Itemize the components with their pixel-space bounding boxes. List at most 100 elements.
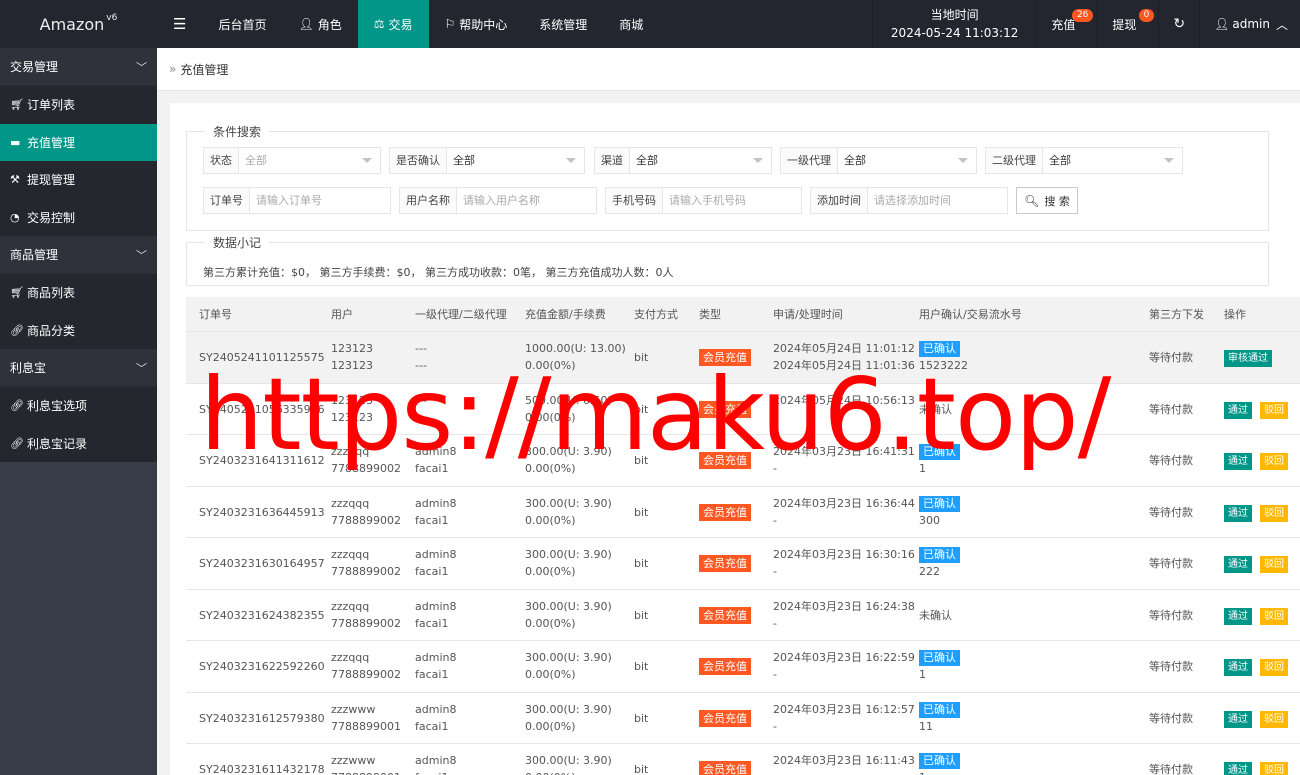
sidebar-group-interest[interactable]: 利息宝 ﹀: [0, 349, 157, 387]
amount-cell: 300.00(U: 3.90) 0.00(0%): [525, 649, 612, 683]
confirm-select[interactable]: 是否确认 全部: [389, 147, 585, 174]
nav-role-label: 角色: [317, 17, 342, 32]
agent2-select[interactable]: 二级代理 全部: [985, 147, 1183, 174]
pay-method: bit: [634, 505, 649, 519]
col-agent[interactable]: 一级代理/二级代理: [415, 297, 507, 332]
recharge-notice[interactable]: 充值 26: [1036, 0, 1097, 48]
agent-cell: admin8 facai1: [415, 546, 456, 580]
confirmed-badge: 已确认: [919, 650, 960, 666]
approve-button[interactable]: 通过: [1224, 710, 1252, 728]
sidebar-item-interest-records[interactable]: 🔗︎ 利息宝记录: [0, 424, 157, 462]
order-number: SY2403231612579380: [199, 711, 325, 725]
phone-field: 手机号码: [605, 187, 802, 214]
order-no-input[interactable]: [256, 188, 384, 213]
approve-button[interactable]: 通过: [1224, 504, 1252, 522]
nav-shop[interactable]: 商城: [603, 0, 659, 48]
process-time: -: [773, 565, 777, 578]
agent1-select[interactable]: 一级代理 全部: [780, 147, 977, 174]
nav-shop-label: 商城: [619, 17, 644, 32]
search-icon: 🔍︎: [1024, 193, 1040, 208]
agent-level1: admin8: [415, 445, 457, 458]
col-type[interactable]: 类型: [699, 297, 721, 332]
user-menu[interactable]: 👤︎ admin ︿: [1199, 0, 1300, 48]
sidebar-item-withdraw[interactable]: ⚒ 提现管理: [0, 161, 157, 199]
reject-button[interactable]: 驳回: [1260, 659, 1288, 676]
recharge-amount: 300.00(U: 3.90): [525, 548, 612, 561]
agent-cell: --- ---: [415, 392, 427, 426]
recharge-fee: 0.00(0%): [525, 410, 576, 424]
add-time-input[interactable]: [874, 188, 1001, 213]
col-order[interactable]: 订单号: [199, 297, 232, 332]
apply-time: 2024年03月23日 16:30:16: [773, 548, 915, 561]
stats-panel-title: 数据小记: [213, 236, 262, 250]
reject-button[interactable]: 驳回: [1260, 453, 1288, 470]
reject-button[interactable]: 驳回: [1260, 504, 1288, 522]
approve-button[interactable]: 通过: [1224, 659, 1252, 676]
sidebar-group-products[interactable]: 商品管理 ﹀: [0, 236, 157, 274]
status-select[interactable]: 状态 全部: [203, 147, 381, 174]
apply-time: 2024年03月23日 16:22:59: [773, 651, 915, 664]
confirmed-badge: 已确认: [919, 341, 960, 357]
col-pay[interactable]: 支付方式: [634, 297, 678, 332]
menu-toggle-button[interactable]: ☰: [157, 0, 202, 48]
reject-button[interactable]: 驳回: [1260, 710, 1288, 728]
type-cell: 会员充值: [699, 503, 751, 521]
user-name: admin: [1232, 17, 1270, 31]
recharge-fee: 0.00(0%): [525, 359, 576, 372]
recharge-fee: 0.00(0%): [525, 719, 576, 733]
type-cell: 会员充值: [699, 452, 751, 469]
sidebar-item-product-category[interactable]: 🔗︎ 商品分类: [0, 311, 157, 349]
agent1-value: 全部: [838, 148, 976, 173]
recharge-amount: 300.00(U: 3.90): [525, 702, 612, 716]
search-button[interactable]: 🔍︎ 搜 索: [1016, 187, 1078, 214]
brand-logo[interactable]: Amazon v6: [0, 0, 157, 48]
username-input[interactable]: [463, 188, 590, 213]
nav-trade[interactable]: ⚖ 交易: [357, 0, 429, 48]
sidebar-item-trade-control[interactable]: ◔ 交易控制: [0, 198, 157, 236]
reject-button[interactable]: 驳回: [1260, 762, 1288, 775]
channel-select[interactable]: 渠道 全部: [594, 147, 772, 174]
time-cell: 2024年03月23日 16:36:44 -: [773, 495, 915, 529]
agent1-label: 一级代理: [781, 148, 838, 173]
cart-icon: 🛒︎: [10, 286, 24, 300]
sidebar-item-recharge[interactable]: ▬ 充值管理: [0, 123, 157, 161]
confirm-cell: 已确认 1: [919, 752, 960, 775]
approve-button[interactable]: 通过: [1224, 762, 1252, 775]
time-cell: 2024年05月24日 10:56:13 -: [773, 392, 915, 426]
reject-button[interactable]: 驳回: [1260, 607, 1288, 625]
nav-system[interactable]: 系统管理: [523, 0, 603, 48]
sidebar-item-orders[interactable]: 🛒︎ 订单列表: [0, 86, 157, 124]
col-action[interactable]: 操作: [1224, 297, 1246, 332]
table-header: 订单号 用户 一级代理/二级代理 充值金额/手续费 支付方式 类型 申请/处理时…: [186, 297, 1300, 332]
approve-button[interactable]: 通过: [1224, 401, 1252, 419]
approve-button[interactable]: 通过: [1224, 453, 1252, 470]
nav-role[interactable]: 👤︎ 角色: [282, 0, 357, 48]
phone-input[interactable]: [669, 188, 795, 213]
agent-cell: admin8 facai1: [415, 701, 456, 735]
col-amount[interactable]: 充值金额/手续费: [525, 297, 606, 332]
approve-button[interactable]: 审核通过: [1224, 350, 1272, 367]
reject-button[interactable]: 驳回: [1260, 556, 1288, 573]
user-name: zzzqqq: [331, 445, 370, 458]
agent2-value: 全部: [1043, 148, 1182, 173]
breadcrumb-current[interactable]: 充值管理: [180, 61, 228, 78]
col-time[interactable]: 申请/处理时间: [773, 297, 843, 332]
type-cell: 会员充值: [699, 658, 751, 675]
sidebar-item-product-list[interactable]: 🛒︎ 商品列表: [0, 274, 157, 312]
approve-button[interactable]: 通过: [1224, 607, 1252, 625]
col-confirm[interactable]: 用户确认/交易流水号: [919, 297, 1022, 332]
user-icon: 👤︎: [1214, 17, 1230, 31]
col-third[interactable]: 第三方下发: [1149, 297, 1204, 332]
refresh-button[interactable]: ↻: [1158, 0, 1199, 48]
nav-home[interactable]: 后台首页: [202, 0, 282, 48]
process-time: -: [773, 771, 777, 775]
agent-level2: facai1: [415, 513, 449, 527]
sidebar-group-trade[interactable]: 交易管理 ﹀: [0, 48, 157, 86]
withdraw-notice[interactable]: 提现 0: [1097, 0, 1158, 48]
col-user[interactable]: 用户: [331, 297, 353, 332]
nav-help[interactable]: ⚐ 帮助中心: [429, 0, 524, 48]
confirm-cell: 未确认: [919, 607, 952, 624]
reject-button[interactable]: 驳回: [1260, 401, 1288, 419]
sidebar-item-interest-options[interactable]: 🔗︎ 利息宝选项: [0, 387, 157, 425]
approve-button[interactable]: 通过: [1224, 556, 1252, 573]
